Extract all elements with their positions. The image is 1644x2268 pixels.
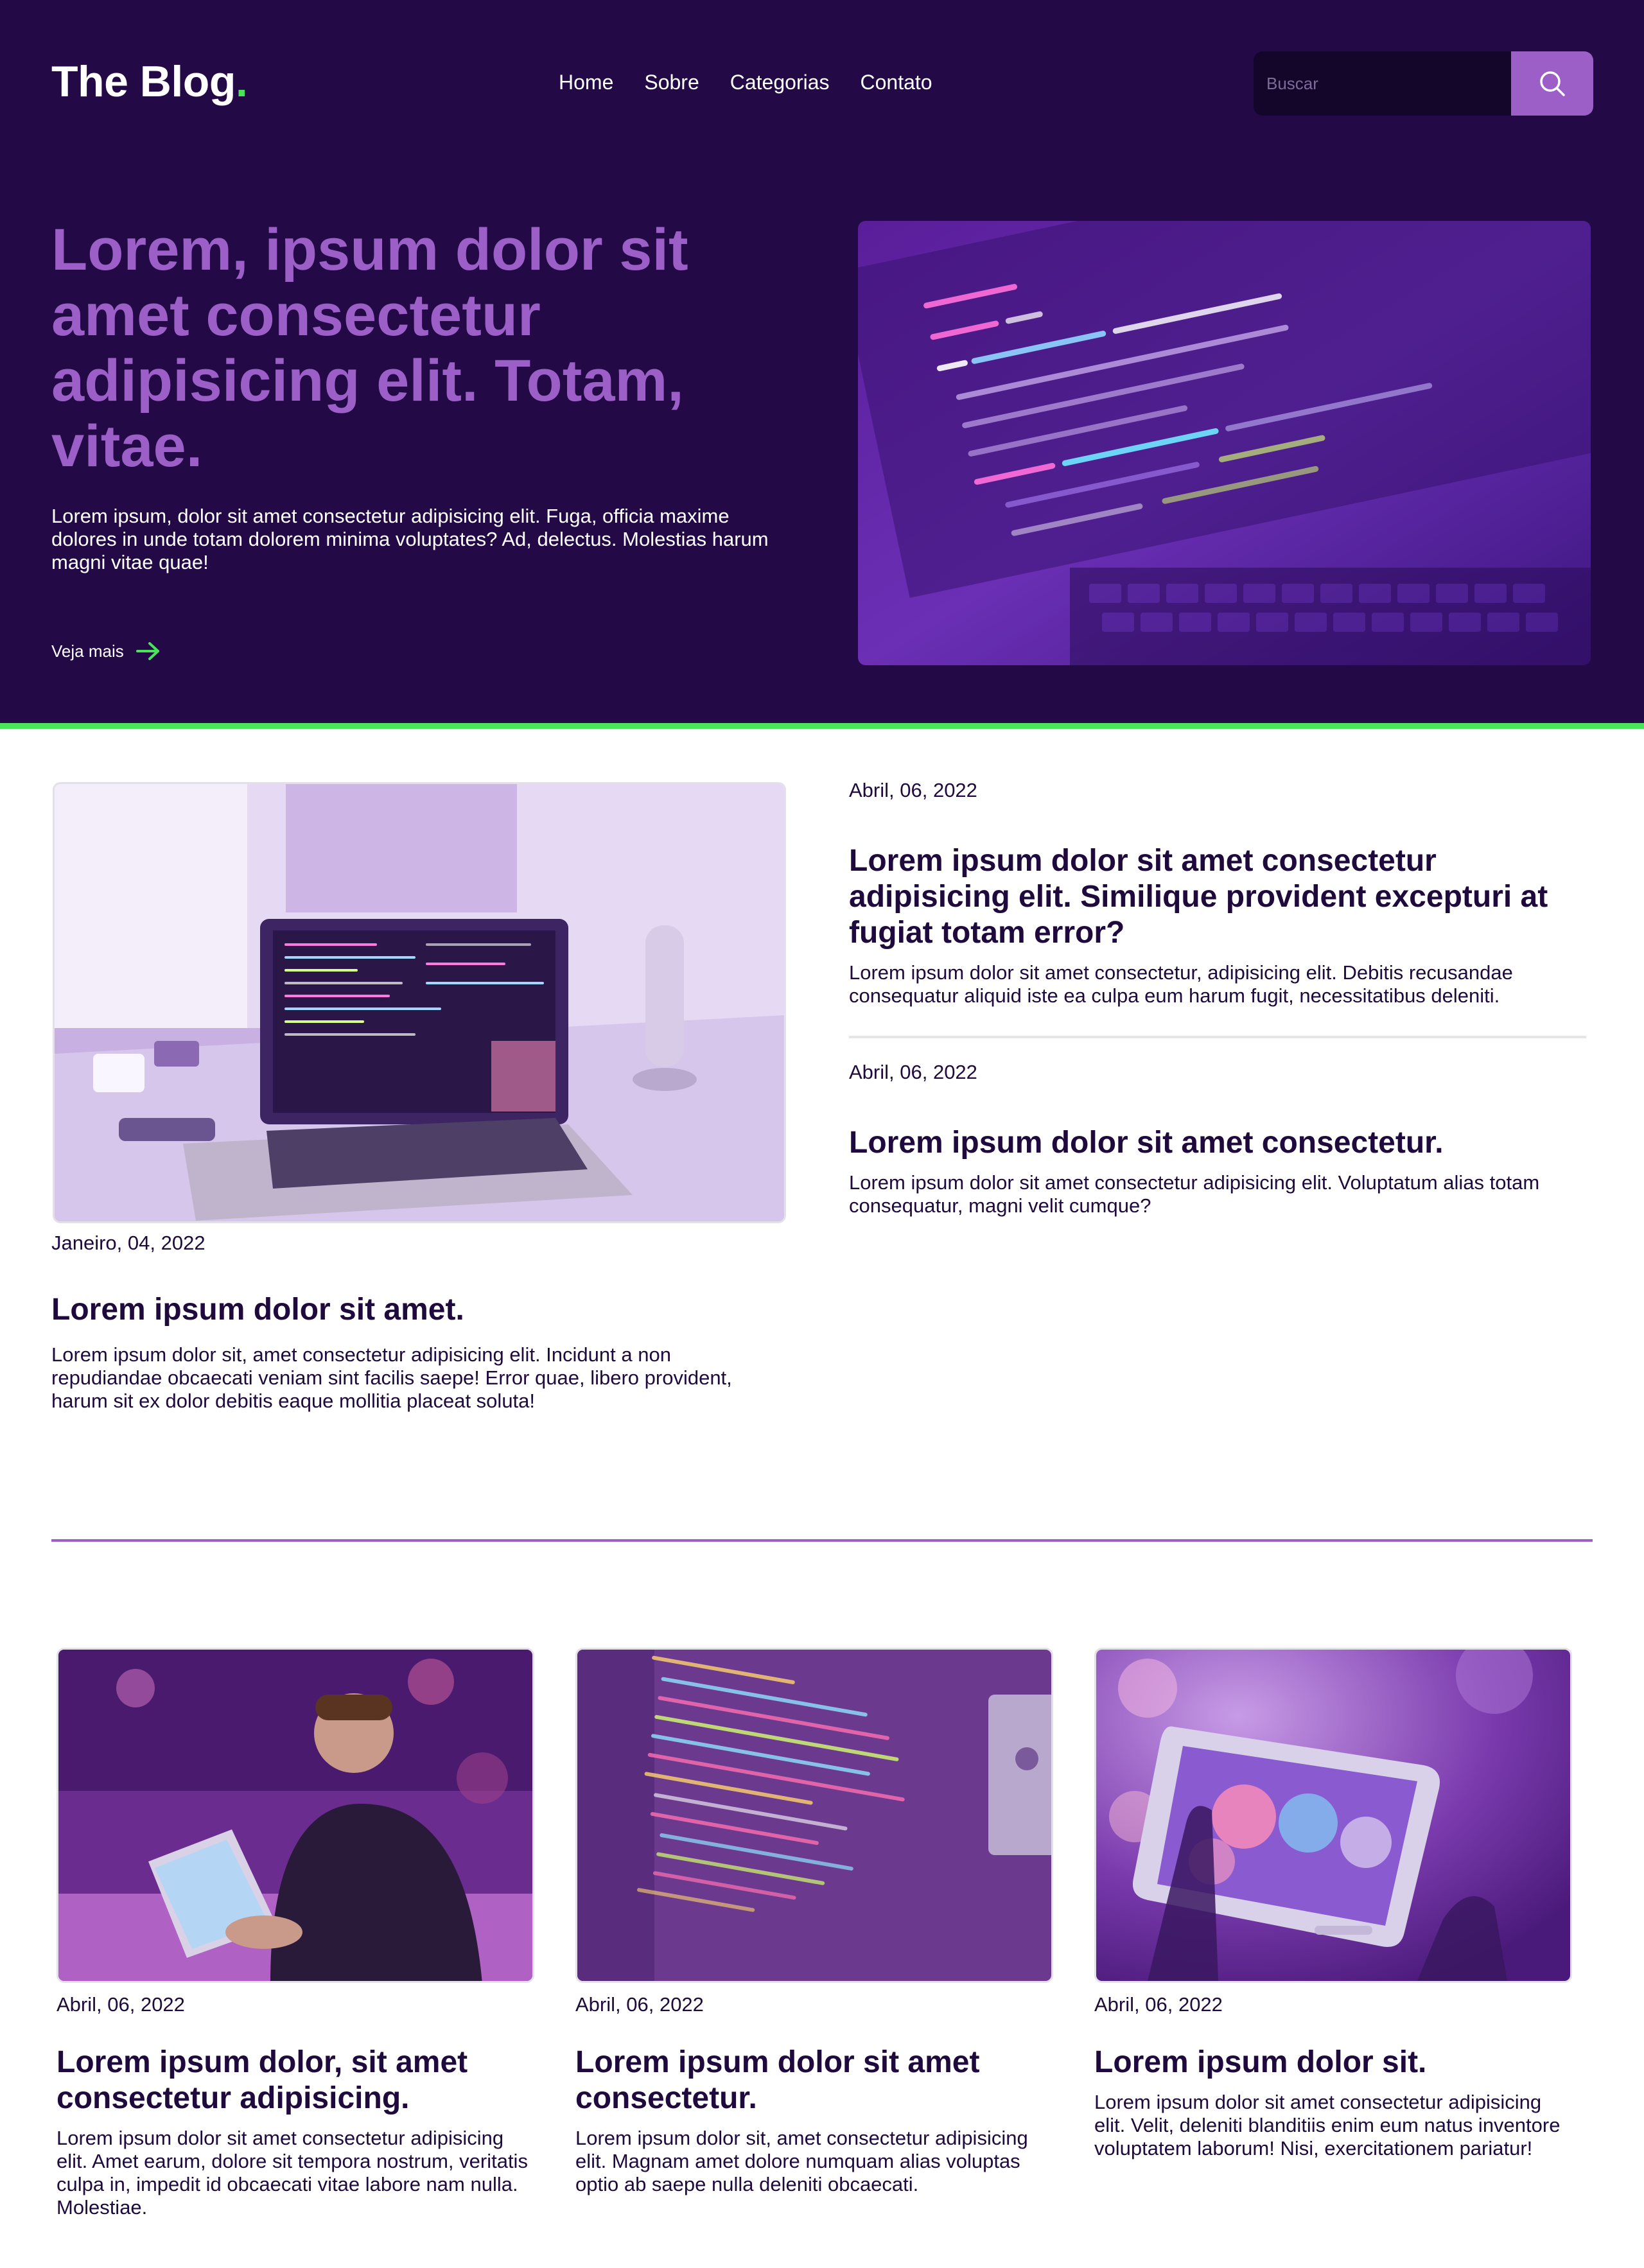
side-post-excerpt: Lorem ipsum dolor sit amet consectetur, … — [849, 961, 1513, 1007]
post-card-date: Abril, 06, 2022 — [1094, 1993, 1223, 2016]
post-card-title[interactable]: Lorem ipsum dolor sit. — [1094, 2045, 1572, 2080]
side-post-date: Abril, 06, 2022 — [849, 779, 977, 801]
site-logo[interactable]: The Blog. — [51, 57, 248, 107]
code-laptop-illustration — [858, 221, 1591, 665]
post-card-image[interactable] — [575, 1648, 1053, 1983]
side-post-date: Abril, 06, 2022 — [849, 1061, 977, 1083]
post-card-excerpt: Lorem ipsum dolor sit, amet consectetur … — [575, 2127, 1028, 2195]
laptop-desk-illustration — [55, 784, 784, 1221]
main-nav: Home Sobre Categorias Contato — [559, 71, 932, 94]
featured-image[interactable] — [53, 782, 786, 1223]
post-card-title[interactable]: Lorem ipsum dolor sit amet consectetur. — [575, 2045, 1053, 2116]
hero-image — [858, 221, 1591, 665]
logo-text: The Blog — [51, 57, 236, 106]
post-card-excerpt: Lorem ipsum dolor sit amet consectetur a… — [57, 2127, 528, 2219]
nav-item-sobre[interactable]: Sobre — [644, 71, 699, 94]
logo-dot: . — [235, 57, 248, 106]
nav-item-home[interactable]: Home — [559, 71, 613, 94]
divider — [849, 1036, 1586, 1038]
nav-item-categorias[interactable]: Categorias — [730, 71, 830, 94]
html-code-illustration — [577, 1650, 1051, 1981]
phone-hand-illustration — [1096, 1650, 1570, 1981]
side-post[interactable]: Abril, 06, 2022 Lorem ipsum dolor sit am… — [849, 779, 1587, 1008]
search-button[interactable] — [1511, 51, 1593, 116]
side-post-title[interactable]: Lorem ipsum dolor sit amet consectetur a… — [849, 843, 1587, 951]
man-laptop-illustration — [58, 1650, 532, 1981]
side-post-excerpt: Lorem ipsum dolor sit amet consectetur a… — [849, 1171, 1540, 1217]
search-input[interactable] — [1254, 51, 1511, 116]
hero-text: Lorem ipsum, dolor sit amet consectetur … — [51, 505, 769, 573]
see-more-label: Veja mais — [51, 641, 124, 661]
post-card-excerpt: Lorem ipsum dolor sit amet consectetur a… — [1094, 2091, 1561, 2159]
post-card[interactable]: Abril, 06, 2022 Lorem ipsum dolor sit. L… — [1094, 1648, 1572, 2160]
post-card[interactable]: Abril, 06, 2022 Lorem ipsum dolor sit am… — [575, 1648, 1053, 2196]
section-divider — [51, 1539, 1593, 1542]
post-card-date: Abril, 06, 2022 — [57, 1993, 185, 2016]
side-post[interactable]: Abril, 06, 2022 Lorem ipsum dolor sit am… — [849, 1061, 1587, 1217]
post-card-date: Abril, 06, 2022 — [575, 1993, 704, 2016]
featured-date: Janeiro, 04, 2022 — [51, 1232, 206, 1254]
nav-item-contato[interactable]: Contato — [861, 71, 932, 94]
hero-title: Lorem, ipsum dolor sit amet consectetur … — [51, 217, 688, 479]
post-card-image[interactable] — [57, 1648, 534, 1983]
featured-title[interactable]: Lorem ipsum dolor sit amet. — [51, 1292, 783, 1327]
search-form — [1254, 51, 1593, 116]
arrow-right-icon — [136, 642, 159, 660]
hero-section: The Blog. Home Sobre Categorias Contato … — [0, 0, 1644, 729]
post-card-title[interactable]: Lorem ipsum dolor, sit amet consectetur … — [57, 2045, 534, 2116]
post-card-image[interactable] — [1094, 1648, 1572, 1983]
side-post-title[interactable]: Lorem ipsum dolor sit amet consectetur. — [849, 1125, 1587, 1161]
search-icon — [1540, 71, 1565, 96]
see-more-link[interactable]: Veja mais — [51, 641, 161, 661]
featured-excerpt: Lorem ipsum dolor sit, amet consectetur … — [51, 1343, 732, 1412]
post-card[interactable]: Abril, 06, 2022 Lorem ipsum dolor, sit a… — [57, 1648, 534, 2219]
